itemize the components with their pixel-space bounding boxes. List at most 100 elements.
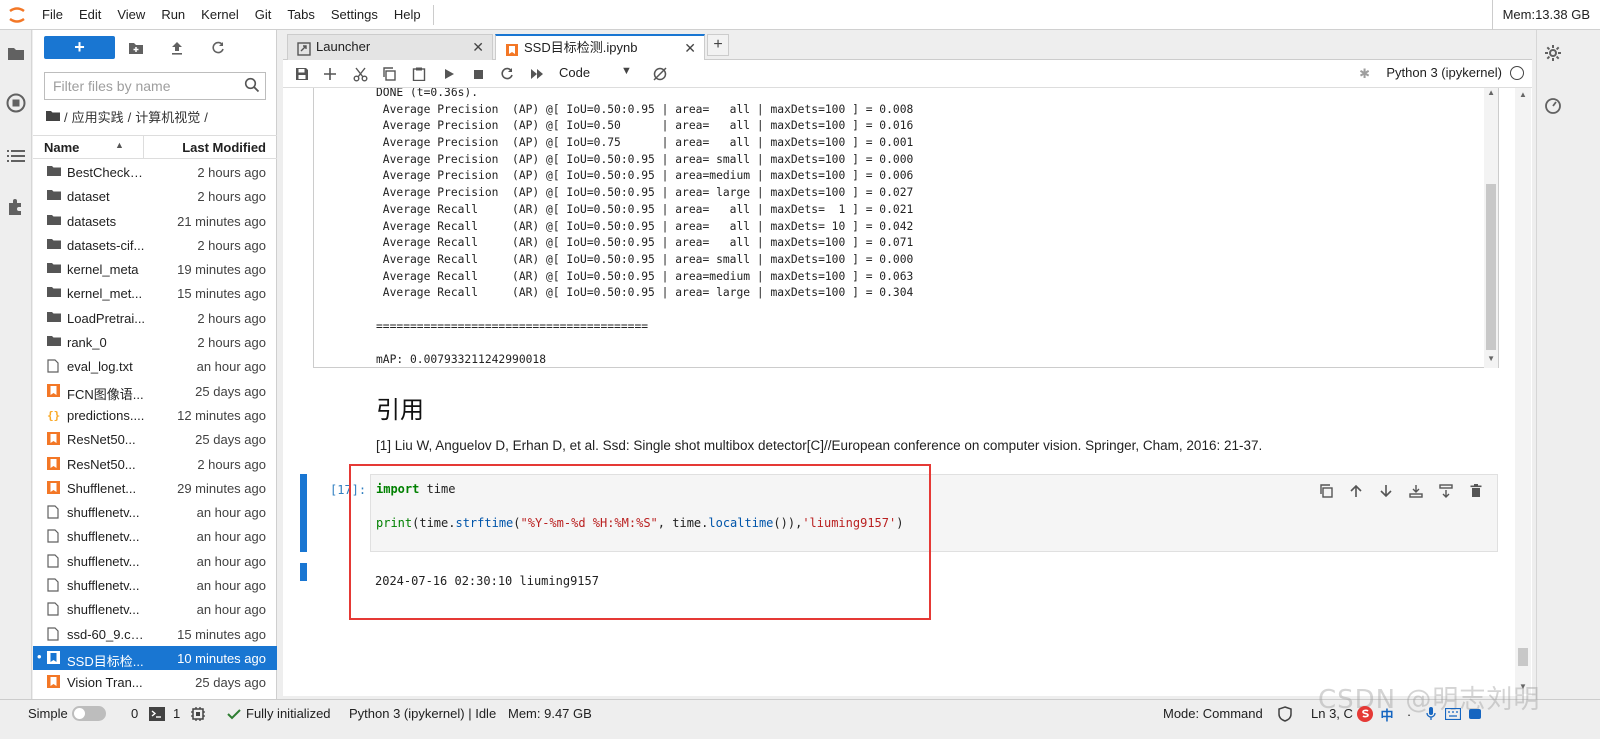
tab-launcher[interactable]: Launcher ✕ (287, 34, 493, 60)
file-row[interactable]: shufflenetv... an hour ago (33, 597, 277, 621)
duplicate-cell-icon[interactable] (1317, 482, 1335, 500)
notebook-scrollbar[interactable]: ▲ ▼ (1515, 88, 1531, 694)
file-row[interactable]: datasets-cif... 2 hours ago (33, 233, 277, 257)
file-row[interactable]: kernel_meta 19 minutes ago (33, 257, 277, 281)
insert-below-icon[interactable] (1437, 482, 1455, 500)
file-row[interactable]: datasets 21 minutes ago (33, 209, 277, 233)
file-row[interactable]: • SSD目标检... 10 minutes ago (33, 645, 277, 671)
scroll-down-icon[interactable]: ▼ (1487, 354, 1495, 363)
chevron-down-icon[interactable]: ▼ (621, 65, 632, 77)
file-row[interactable]: Vision Tran... 25 days ago (33, 670, 277, 694)
filter-box (44, 72, 266, 100)
upload-icon[interactable] (167, 38, 187, 58)
column-header-name[interactable]: Name (44, 140, 79, 155)
file-row[interactable]: kernel_met... 15 minutes ago (33, 281, 277, 305)
add-tab-button[interactable]: + (707, 34, 729, 56)
breadcrumb-item-app-practice[interactable]: 应用实践 (72, 108, 124, 128)
column-header-modified[interactable]: Last Modified (182, 140, 266, 155)
stop-icon[interactable] (469, 65, 487, 83)
input-collapser[interactable] (300, 474, 307, 552)
ime-punctuation-icon[interactable]: · (1400, 705, 1418, 723)
file-row[interactable]: rank_0 2 hours ago (33, 330, 277, 354)
menu-help[interactable]: Help (386, 0, 429, 30)
menu-view[interactable]: View (109, 0, 153, 30)
scroll-up-icon[interactable]: ▲ (1519, 90, 1527, 99)
menu-kernel[interactable]: Kernel (193, 0, 247, 30)
code-cell[interactable]: [17]: import time print(time.strftime("%… (300, 474, 1498, 588)
paste-icon[interactable] (410, 65, 428, 83)
debug-bug-icon[interactable]: ✱ (1359, 66, 1370, 82)
code-editor[interactable]: import time print(time.strftime("%Y-%m-%… (370, 474, 1498, 552)
insert-cell-icon[interactable] (321, 65, 339, 83)
file-row[interactable]: {} predictions.... 12 minutes ago (33, 403, 277, 427)
file-row[interactable]: ResNet50... 25 days ago (33, 427, 277, 451)
toc-icon[interactable] (6, 146, 26, 166)
menu-run[interactable]: Run (153, 0, 193, 30)
output-line: ======================================== (376, 319, 649, 333)
kernel-count[interactable]: 1 (173, 705, 180, 723)
output-scrollbar[interactable]: ▲ ▼ (1484, 88, 1498, 368)
save-icon[interactable] (293, 65, 311, 83)
insert-above-icon[interactable] (1407, 482, 1425, 500)
scrollbar-thumb[interactable] (1486, 184, 1496, 350)
cursor-position[interactable]: Ln 3, C (1311, 705, 1353, 723)
file-row[interactable]: shufflenetv... an hour ago (33, 500, 277, 524)
cut-icon[interactable] (351, 65, 369, 83)
close-icon[interactable]: ✕ (684, 36, 696, 60)
refresh-icon[interactable] (208, 38, 228, 58)
output-collapser[interactable] (300, 563, 307, 581)
file-row[interactable]: ssd-60_9.ck... 15 minutes ago (33, 622, 277, 646)
execution-prompt: [17]: (330, 483, 367, 497)
copy-icon[interactable] (380, 65, 398, 83)
keyboard-icon[interactable] (1444, 705, 1462, 723)
scroll-up-icon[interactable]: ▲ (1487, 88, 1495, 97)
file-row[interactable]: BestCheckp... 2 hours ago (33, 160, 277, 184)
breadcrumb-sep: / (64, 110, 68, 125)
column-divider[interactable] (143, 136, 144, 158)
new-launcher-button[interactable]: + (44, 36, 115, 59)
menu-git[interactable]: Git (247, 0, 280, 30)
ime-chinese-mode[interactable]: 中 (1378, 705, 1396, 723)
restart-icon[interactable] (498, 65, 516, 83)
scroll-down-icon[interactable]: ▼ (1519, 682, 1527, 691)
delete-cell-icon[interactable] (1467, 482, 1485, 500)
folder-icon[interactable] (6, 43, 26, 63)
new-folder-icon[interactable] (126, 38, 146, 58)
file-row[interactable]: shufflenetv... an hour ago (33, 549, 277, 573)
ime-skin-icon[interactable] (1466, 705, 1484, 723)
terminal-count[interactable]: 0 (131, 705, 138, 723)
file-row[interactable]: FCN图像语... 25 days ago (33, 379, 277, 403)
extension-icon[interactable] (6, 197, 26, 217)
filter-files-input[interactable] (45, 73, 235, 99)
run-icon[interactable] (440, 65, 458, 83)
scrollbar-thumb[interactable] (1518, 648, 1528, 666)
git-diff-icon[interactable] (651, 65, 669, 83)
file-row[interactable]: ResNet50... 2 hours ago (33, 452, 277, 476)
gear-icon[interactable] (1543, 43, 1563, 63)
debugger-icon[interactable] (1543, 95, 1563, 115)
fast-forward-icon[interactable] (528, 65, 546, 83)
kernel-name[interactable]: Python 3 (ipykernel) (1386, 65, 1502, 80)
file-row[interactable]: shufflenetv... an hour ago (33, 524, 277, 548)
tab-notebook[interactable]: SSD目标检测.ipynb ✕ (495, 34, 705, 61)
menu-edit[interactable]: Edit (71, 0, 109, 30)
security-shield-icon[interactable] (1278, 706, 1292, 727)
move-up-icon[interactable] (1347, 482, 1365, 500)
breadcrumb-item-computer-vision[interactable]: 计算机视觉 (135, 108, 200, 128)
simple-mode-toggle[interactable] (72, 706, 106, 721)
running-icon[interactable] (6, 93, 26, 113)
file-row[interactable]: dataset 2 hours ago (33, 184, 277, 208)
menu-file[interactable]: File (34, 0, 71, 30)
file-row[interactable]: eval_log.txt an hour ago (33, 354, 277, 378)
close-icon[interactable]: ✕ (472, 35, 484, 59)
file-row[interactable]: shufflenetv... an hour ago (33, 573, 277, 597)
file-row[interactable]: LoadPretrai... 2 hours ago (33, 306, 277, 330)
home-folder-icon[interactable] (46, 108, 60, 128)
file-row[interactable]: Shufflenet... 29 minutes ago (33, 476, 277, 500)
menu-settings[interactable]: Settings (323, 0, 386, 30)
menu-tabs[interactable]: Tabs (279, 0, 322, 30)
microphone-icon[interactable] (1422, 705, 1440, 723)
kernel-status[interactable]: Python 3 (ipykernel) | Idle (349, 705, 496, 723)
move-down-icon[interactable] (1377, 482, 1395, 500)
file-name: datasets (67, 213, 117, 229)
